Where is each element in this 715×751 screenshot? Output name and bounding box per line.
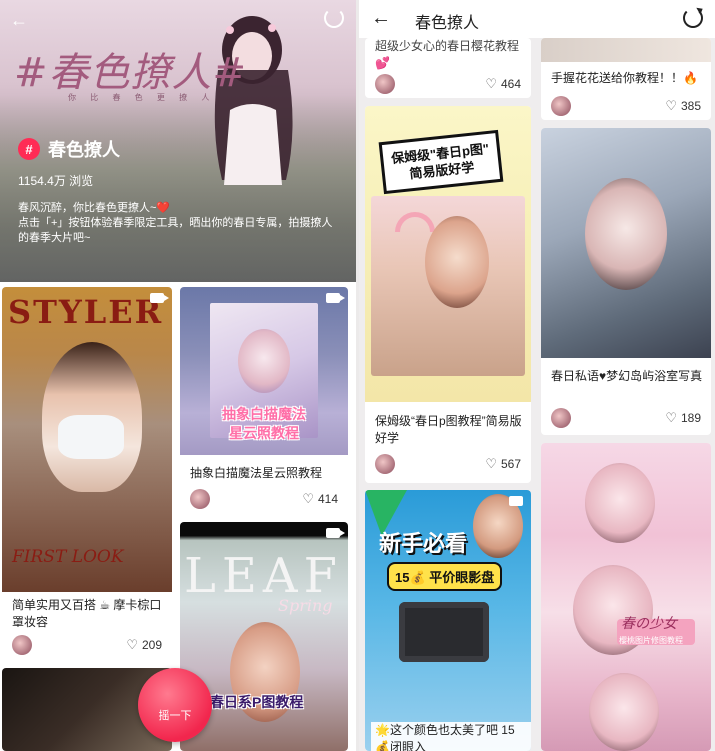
heart-icon: ♡: [485, 76, 497, 91]
video-icon: [150, 293, 169, 303]
topic-logo-subtitle: 你 比 春 色 更 撩 人: [68, 93, 216, 102]
cover-text: 春日系P图教程: [210, 694, 304, 710]
top-navigation-bar: ← 春色撩人: [359, 0, 715, 38]
like-button[interactable]: ♡ 567: [485, 456, 521, 472]
cover-portrait: [585, 178, 667, 290]
note-cover: [541, 128, 711, 358]
like-count: 567: [500, 457, 521, 471]
avatar[interactable]: [190, 489, 210, 509]
topic-logo: #春色撩人#: [14, 50, 248, 96]
note-card[interactable]: STYLER FIRST LOOK 简单实用又百搭 ☕ 摩卡棕口罩妆容 ♡ 20…: [2, 287, 172, 660]
note-card[interactable]: 春日私语♥梦幻岛屿浴室写真 ♡ 189: [541, 128, 711, 435]
share-icon[interactable]: [324, 8, 344, 28]
like-count: 385: [680, 99, 701, 113]
cover-text: Spring: [278, 596, 333, 615]
note-cover: STYLER FIRST LOOK: [2, 287, 172, 592]
topic-name: 春色撩人: [48, 140, 120, 160]
heart-icon: ♡: [485, 456, 497, 471]
avatar[interactable]: [12, 635, 32, 655]
note-title: 超级少女心的春日樱花教程💕: [375, 39, 520, 70]
topic-hero-banner: ← #春色撩人# 你 比 春 色 更 撩 人 # 春色撩人 1154.4万 浏览…: [0, 0, 356, 282]
cover-text: 新手必看: [379, 531, 468, 556]
back-arrow-icon[interactable]: ←: [371, 7, 391, 30]
note-title: 手握花花送给你教程！！🔥: [551, 71, 698, 85]
cover-text: 樱桃图片修图教程: [619, 636, 683, 645]
cover-text: 抽象白描魔法 星云照教程: [222, 406, 306, 441]
like-count: 414: [317, 492, 338, 506]
heart-icon: ♡: [302, 491, 314, 506]
refresh-icon[interactable]: [683, 8, 703, 28]
cover-text: 15💰 平价眼影盘: [387, 562, 503, 591]
hashtag-icon: #: [18, 138, 40, 160]
like-count: 209: [141, 638, 162, 652]
cover-portrait: [589, 673, 659, 751]
note-cover: 抽象白描魔法 星云照教程: [180, 287, 348, 455]
heart-icon: ♡: [126, 637, 138, 652]
like-count: 189: [680, 411, 701, 425]
like-button[interactable]: ♡ 189: [665, 410, 701, 426]
note-card[interactable]: 新手必看 15💰 平价眼影盘 🌟这个颜色也太美了吧 15💰闭眼入: [365, 490, 531, 751]
view-count: 1154.4万 浏览: [18, 174, 94, 188]
topic-page-right: 超级少女心的春日樱花教程💕 ♡ 464 手握花花送给你教程！！🔥 ♡ 385 保…: [359, 0, 715, 751]
cover-text: FIRST LOOK: [12, 547, 124, 567]
video-icon: [326, 293, 345, 303]
cover-portrait: [425, 216, 489, 308]
like-button[interactable]: ♡ 209: [126, 637, 162, 653]
note-title: 🌟这个颜色也太美了吧 15💰闭眼入: [371, 722, 531, 751]
note-cover: 春の少女 樱桃图片修图教程: [541, 443, 711, 751]
video-icon: [326, 528, 345, 538]
avatar[interactable]: [551, 96, 571, 116]
heart-icon: ♡: [665, 410, 677, 425]
shake-button[interactable]: 摇一下: [138, 668, 212, 742]
mask-graphic: [58, 415, 124, 459]
note-title: 简单实用又百搭 ☕ 摩卡棕口罩妆容: [12, 598, 162, 629]
note-title: 保姆级“春日p图教程”简易版好学: [375, 414, 522, 445]
cover-text: 春の少女: [621, 616, 677, 632]
avatar[interactable]: [375, 454, 395, 474]
note-cover: 保姆级"春日p图" 简易版好学: [365, 106, 531, 402]
topic-page-left: ← #春色撩人# 你 比 春 色 更 撩 人 # 春色撩人 1154.4万 浏览…: [0, 0, 356, 751]
cover-portrait: [238, 329, 290, 393]
note-card[interactable]: 春の少女 樱桃图片修图教程: [541, 443, 711, 751]
note-cover: [541, 38, 711, 62]
note-card[interactable]: 抽象白描魔法 星云照教程 抽象白描魔法星云照教程 ♡ 414: [180, 287, 348, 515]
eyeshadow-palette-graphic: [399, 602, 489, 662]
like-count: 464: [500, 77, 521, 91]
hero-portrait: [214, 16, 293, 185]
back-icon[interactable]: ←: [10, 10, 28, 31]
like-button[interactable]: ♡ 464: [485, 76, 521, 92]
like-button[interactable]: ♡ 385: [665, 98, 701, 114]
heart-icon: ♡: [665, 98, 677, 113]
cover-text: 保姆级"春日p图" 简易版好学: [378, 129, 504, 195]
note-cover: 新手必看 15💰 平价眼影盘: [365, 490, 531, 751]
note-title: 抽象白描魔法星云照教程: [190, 466, 323, 480]
topic-header: # 春色撩人: [18, 136, 120, 162]
page-title: 春色撩人: [415, 15, 480, 32]
note-card[interactable]: 超级少女心的春日樱花教程💕 ♡ 464: [365, 38, 531, 98]
avatar[interactable]: [551, 408, 571, 428]
cover-portrait: [585, 463, 655, 543]
note-title: 春日私语♥梦幻岛屿浴室写真: [551, 369, 703, 383]
video-icon: [509, 496, 523, 506]
note-card[interactable]: 手握花花送给你教程！！🔥 ♡ 385: [541, 38, 711, 120]
cover-text: STYLER: [8, 293, 164, 331]
note-card[interactable]: 保姆级"春日p图" 简易版好学 保姆级“春日p图教程”简易版好学 ♡ 567: [365, 106, 531, 483]
like-button[interactable]: ♡ 414: [302, 491, 338, 507]
avatar[interactable]: [375, 74, 395, 94]
topic-description: 春风沉醉，你比春色更撩人~❤️ 点击「+」按钮体验春季限定工具，晒出你的春日专属…: [18, 202, 333, 244]
